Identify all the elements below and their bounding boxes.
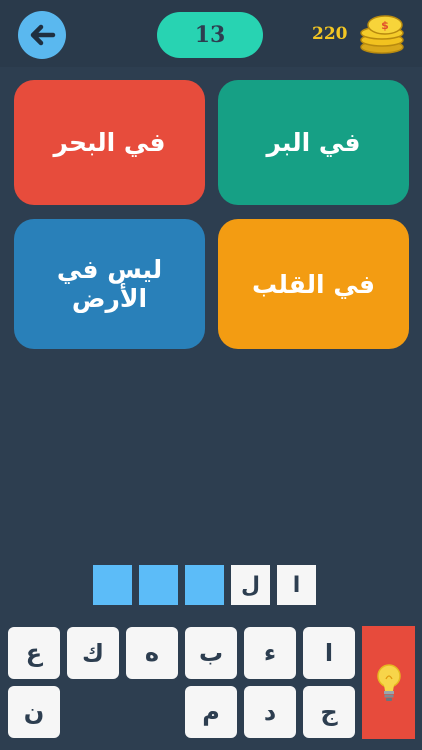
- choice-tile-not-on-earth[interactable]: ليس في الأرض: [14, 219, 205, 349]
- answer-slot-lam[interactable]: ل: [231, 565, 270, 605]
- coins-icon: $: [360, 15, 404, 54]
- letter-key-kaf[interactable]: ك: [67, 627, 119, 679]
- answer-slot-empty[interactable]: [185, 565, 224, 605]
- lightbulb-icon: [376, 663, 401, 701]
- letter-key-mim[interactable]: م: [185, 686, 237, 738]
- svg-text:$: $: [381, 19, 389, 32]
- choice-tile-heart[interactable]: في القلب: [218, 219, 409, 349]
- arrow-left-icon: [30, 24, 56, 46]
- letter-key-ha[interactable]: ه: [126, 627, 178, 679]
- letter-key-ba[interactable]: ب: [185, 627, 237, 679]
- coin-count: 220: [312, 24, 348, 44]
- answer-slot-empty[interactable]: [139, 565, 178, 605]
- top-bar: 13 220 $: [0, 0, 422, 67]
- back-button[interactable]: [18, 11, 66, 59]
- level-indicator: 13: [157, 12, 263, 58]
- hint-button[interactable]: [362, 626, 415, 739]
- letter-key-jim[interactable]: ج: [303, 686, 355, 738]
- choice-tile-land[interactable]: في البر: [218, 80, 409, 205]
- letter-key-ain[interactable]: ع: [8, 627, 60, 679]
- letter-key-alif[interactable]: ا: [303, 627, 355, 679]
- answer-slot-alif[interactable]: ا: [277, 565, 316, 605]
- choice-tile-sea[interactable]: في البحر: [14, 80, 205, 205]
- answer-slot-empty[interactable]: [93, 565, 132, 605]
- letter-key-nun[interactable]: ن: [8, 686, 60, 738]
- letter-key-hamza[interactable]: ء: [244, 627, 296, 679]
- letter-key-dal[interactable]: د: [244, 686, 296, 738]
